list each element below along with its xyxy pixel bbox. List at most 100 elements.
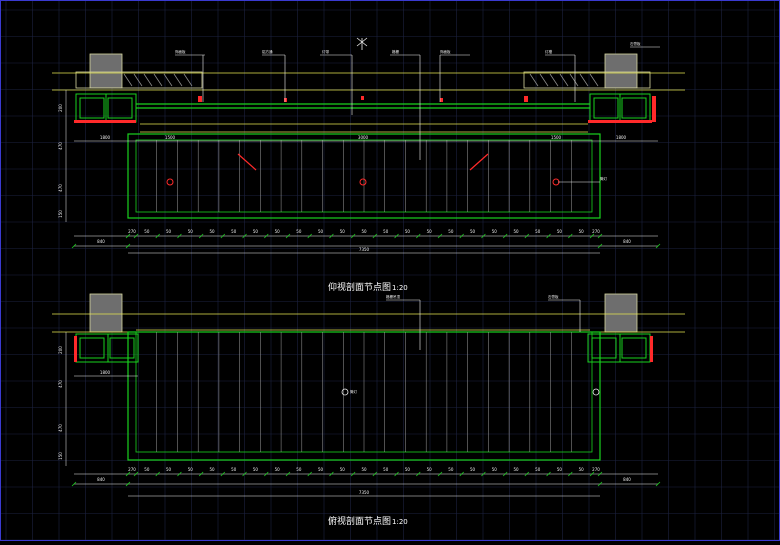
upper-dimension: 3000 bbox=[358, 135, 369, 140]
svg-text:筒灯: 筒灯 bbox=[350, 389, 358, 394]
segment-label: 50 bbox=[231, 467, 237, 472]
segment-label: 50 bbox=[492, 229, 498, 234]
svg-text:铝方通: 铝方通 bbox=[262, 49, 273, 54]
title-bottom-scale: 1:20 bbox=[392, 518, 408, 526]
segment-label: 50 bbox=[231, 229, 237, 234]
dimension-labels: 270 50 50 50 50 50 50 50 50 50 50 50 50 50 50 50 50 50 50 5… bbox=[58, 104, 631, 495]
bottom-view: 格栅吊顶 石膏板 筒灯 bbox=[52, 293, 685, 497]
segment-label: 50 bbox=[144, 229, 150, 234]
ceiling-lines-bottom bbox=[52, 313, 685, 333]
vertical-dimension: 470 bbox=[58, 142, 63, 150]
svg-text:饰面板: 饰面板 bbox=[175, 49, 186, 54]
red-markers bbox=[74, 96, 656, 123]
segment-label: 50 bbox=[492, 467, 498, 472]
segment-label: 50 bbox=[296, 467, 302, 472]
segment-label: 50 bbox=[318, 467, 324, 472]
segment-label: 50 bbox=[427, 467, 433, 472]
panel-ribs bbox=[156, 140, 572, 212]
svg-text:灯槽: 灯槽 bbox=[545, 49, 553, 54]
segment-label: 50 bbox=[166, 467, 172, 472]
light-box-left bbox=[75, 93, 137, 123]
title-bottom-text: 俯视剖面节点图 bbox=[328, 517, 392, 527]
segment-label: 50 bbox=[470, 229, 476, 234]
segment-label: 50 bbox=[557, 229, 563, 234]
light-panel-grid-bottom bbox=[127, 331, 601, 461]
vertical-dimension: 150 bbox=[58, 452, 63, 460]
light-box-right-bottom bbox=[587, 333, 651, 363]
north-arrow-icon bbox=[356, 37, 368, 50]
wall-block-left bbox=[75, 53, 203, 89]
svg-text:格栅: 格栅 bbox=[392, 49, 400, 54]
top-view: 饰面板 铝方通 灯带 格栅 饰面板 灯槽 石膏板 筒灯 bbox=[52, 37, 685, 254]
segment-label: 270 bbox=[592, 229, 600, 234]
svg-text:饰面板: 饰面板 bbox=[440, 49, 451, 54]
upper-dimension: 1800 bbox=[616, 135, 627, 140]
segment-label: 50 bbox=[361, 467, 367, 472]
vertical-dimension: 200 bbox=[58, 346, 63, 354]
segment-label: 50 bbox=[209, 229, 215, 234]
upper-dimension: 1800 bbox=[100, 135, 111, 140]
segment-label: 50 bbox=[427, 229, 433, 234]
segment-label: 50 bbox=[448, 229, 454, 234]
segment-label: 50 bbox=[144, 467, 150, 472]
segment-label: 50 bbox=[296, 229, 302, 234]
offset-label-right: 840 bbox=[623, 239, 631, 244]
segment-label: 50 bbox=[361, 229, 367, 234]
svg-text:灯带: 灯带 bbox=[322, 49, 330, 54]
segment-label: 270 bbox=[128, 467, 136, 472]
upper-dimension: 1500 bbox=[165, 135, 176, 140]
panel-ribs bbox=[156, 332, 572, 452]
svg-text:格栅吊顶: 格栅吊顶 bbox=[386, 294, 400, 299]
segment-label: 50 bbox=[253, 229, 259, 234]
title-top-scale: 1:20 bbox=[392, 284, 408, 292]
segment-label: 270 bbox=[128, 229, 136, 234]
segment-label: 50 bbox=[405, 229, 411, 234]
vertical-dimension: 200 bbox=[58, 104, 63, 112]
wall-block-left-bottom bbox=[89, 293, 123, 333]
vertical-dimension: 470 bbox=[58, 380, 63, 388]
svg-text:筒灯: 筒灯 bbox=[600, 176, 608, 181]
overall-dimension-top: 7350 bbox=[359, 247, 370, 252]
segment-label: 50 bbox=[275, 229, 281, 234]
annotation-text-bottom: 格栅吊顶 石膏板 筒灯 bbox=[350, 294, 559, 394]
red-markers-bottom bbox=[74, 336, 653, 362]
segment-label: 50 bbox=[405, 467, 411, 472]
segment-label: 50 bbox=[470, 467, 476, 472]
drawing-canvas: 饰面板 铝方通 灯带 格栅 饰面板 灯槽 石膏板 筒灯 格栅吊顶 石膏板 筒灯 … bbox=[0, 0, 780, 541]
overall-dimension-bottom: 7350 bbox=[359, 490, 370, 495]
vertical-dimension: 470 bbox=[58, 424, 63, 432]
cad-drawing: 饰面板 铝方通 灯带 格栅 饰面板 灯槽 石膏板 筒灯 格栅吊顶 石膏板 筒灯 … bbox=[0, 0, 780, 541]
title-top-view: 仰视剖面节点图1:20 bbox=[328, 280, 408, 293]
segment-label: 50 bbox=[535, 229, 541, 234]
segment-label: 50 bbox=[383, 467, 389, 472]
offset-label-right: 840 bbox=[623, 477, 631, 482]
wall-block-right bbox=[523, 53, 651, 89]
segment-label: 50 bbox=[340, 229, 346, 234]
vertical-dimension: 470 bbox=[58, 184, 63, 192]
red-lamp-icons bbox=[166, 178, 560, 186]
segment-label: 270 bbox=[592, 467, 600, 472]
segment-label: 50 bbox=[188, 229, 194, 234]
offset-label-left: 840 bbox=[97, 239, 105, 244]
segment-label: 50 bbox=[275, 467, 281, 472]
svg-text:石膏板: 石膏板 bbox=[630, 41, 641, 46]
segment-label: 50 bbox=[188, 467, 194, 472]
segment-label: 50 bbox=[253, 467, 259, 472]
vertical-dimension: 150 bbox=[58, 210, 63, 218]
offset-label-left: 840 bbox=[97, 477, 105, 482]
upper-dimension: 1500 bbox=[551, 135, 562, 140]
segment-label: 50 bbox=[579, 467, 585, 472]
segment-label: 50 bbox=[448, 467, 454, 472]
light-strip bbox=[136, 103, 590, 109]
segment-label: 50 bbox=[209, 467, 215, 472]
wall-block-right-bottom bbox=[604, 293, 638, 333]
leader-lines bbox=[175, 46, 660, 183]
segment-label: 50 bbox=[513, 229, 519, 234]
segment-label: 50 bbox=[579, 229, 585, 234]
segment-label: 50 bbox=[383, 229, 389, 234]
title-bottom-view: 俯视剖面节点图1:20 bbox=[328, 514, 408, 527]
segment-label: 50 bbox=[318, 229, 324, 234]
segment-label: 50 bbox=[557, 467, 563, 472]
segment-label: 50 bbox=[513, 467, 519, 472]
light-box-right bbox=[589, 93, 651, 123]
